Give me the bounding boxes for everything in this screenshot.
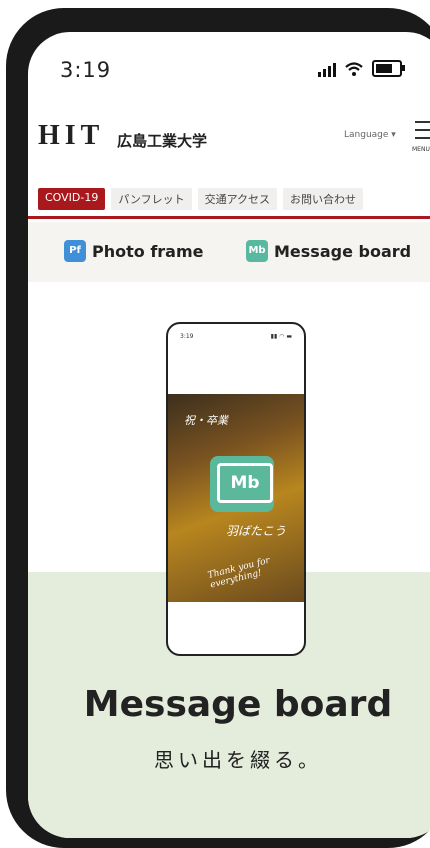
- header-divider: [28, 216, 430, 219]
- nav-contact[interactable]: お問い合わせ: [283, 188, 364, 210]
- top-nav: COVID-19 パンフレット 交通アクセス お問い合わせ: [38, 188, 364, 210]
- nav-access[interactable]: 交通アクセス: [197, 188, 278, 210]
- graduation-photo: 祝・卒業 Mb 羽ばたこう Thank you for everything!: [168, 394, 304, 602]
- battery-icon: [372, 60, 405, 77]
- mini-phone-illustration: 3:19 ▮▮ ◠ ▬ 祝・卒業 Mb 羽ばたこう Thank you for …: [166, 322, 306, 656]
- hero-subtitle: 思い出を綴る。: [154, 748, 322, 772]
- university-name[interactable]: 広島工業大学: [117, 130, 207, 151]
- phone-frame: 3:19 HIT 広島工業大学 Language ▾ MENU COVID-19…: [6, 8, 430, 848]
- mini-status-icons: ▮▮ ◠ ▬: [270, 333, 292, 340]
- site-logo[interactable]: HIT: [38, 120, 104, 152]
- tab-photo-frame-label: Photo frame: [92, 241, 204, 261]
- message-board-icon: Mb: [246, 240, 268, 262]
- caption-fly: 羽ばたこう: [226, 524, 287, 538]
- status-time: 3:19: [60, 58, 112, 82]
- mini-status-time: 3:19: [180, 333, 194, 340]
- tab-bar: Pf Photo frame Mb Message board: [28, 222, 430, 282]
- tab-message-board-label: Message board: [274, 241, 412, 261]
- caption-celebration: 祝・卒業: [184, 414, 228, 427]
- hero-title: Message board: [83, 684, 393, 725]
- nav-pamphlet[interactable]: パンフレット: [111, 188, 192, 210]
- hamburger-menu-icon[interactable]: [415, 121, 430, 145]
- tab-message-board[interactable]: Mb Message board: [246, 240, 411, 262]
- status-icons: [318, 60, 405, 77]
- wifi-icon: [345, 61, 363, 76]
- phone-screen: 3:19 HIT 広島工業大学 Language ▾ MENU COVID-19…: [28, 32, 430, 838]
- language-selector[interactable]: Language ▾: [344, 130, 396, 140]
- menu-label: MENU: [412, 146, 430, 153]
- caption-thanks: Thank you for everything!: [206, 555, 271, 591]
- mb-logo-text: Mb: [217, 463, 273, 503]
- tab-photo-frame[interactable]: Pf Photo frame: [64, 240, 204, 262]
- signal-icon: [318, 61, 336, 77]
- message-board-app-icon: Mb: [210, 456, 274, 512]
- photo-frame-icon: Pf: [64, 240, 86, 262]
- nav-covid[interactable]: COVID-19: [38, 188, 106, 210]
